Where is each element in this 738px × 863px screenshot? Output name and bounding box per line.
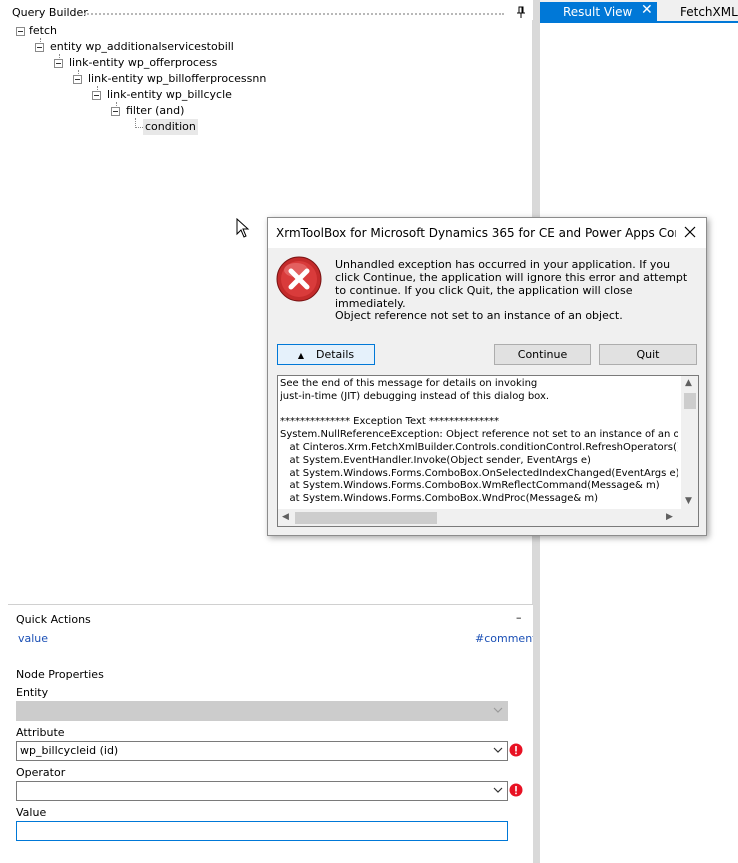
vertical-scrollbar[interactable]: ▲ ▼ [681, 376, 698, 509]
quick-actions-title: Quick Actions [16, 613, 91, 626]
entity-dropdown[interactable] [16, 701, 508, 721]
scroll-left-icon[interactable]: ◀ [282, 512, 289, 522]
value-link[interactable]: value [18, 632, 48, 645]
details-textbox[interactable]: See the end of this message for details … [277, 375, 699, 527]
value-label: Value [16, 806, 47, 819]
node-properties-title: Node Properties [16, 668, 104, 681]
tree-node-label: link-entity wp_billofferprocessnn [88, 72, 267, 85]
comment-link[interactable]: #comment [475, 632, 536, 645]
attribute-value: wp_billcycleid (id) [20, 744, 119, 757]
details-button-label: Details [316, 348, 355, 361]
panel-grip[interactable] [84, 13, 504, 15]
collapse-icon[interactable] [16, 27, 25, 36]
tab-result-view[interactable]: Result View ✕ [540, 2, 657, 21]
horizontal-scroll-thumb[interactable] [295, 512, 437, 524]
properties-area: Quick Actions – value #comment Node Prop… [8, 606, 536, 863]
scroll-corner [681, 509, 698, 526]
close-icon[interactable]: ✕ [641, 3, 653, 17]
collapse-quick-actions-button[interactable]: – [516, 611, 522, 624]
scroll-up-icon[interactable]: ▲ [685, 378, 692, 388]
continue-button[interactable]: Continue [494, 344, 591, 365]
panel-header: Query Builder [8, 4, 531, 20]
vertical-scroll-thumb[interactable] [684, 393, 696, 409]
tree-node-label: link-entity wp_offerprocess [69, 56, 218, 69]
chevron-down-icon [493, 707, 503, 713]
tab-underline [540, 21, 738, 23]
collapse-icon[interactable] [54, 59, 63, 68]
error-icon [509, 783, 523, 797]
tree-connector [135, 127, 143, 128]
tree-node-label: filter (and) [126, 104, 185, 117]
scroll-right-icon[interactable]: ▶ [666, 512, 673, 522]
error-icon [276, 256, 322, 302]
pin-icon[interactable] [514, 5, 528, 19]
tab-label: Result View [563, 5, 633, 19]
close-icon[interactable] [680, 222, 700, 242]
chevron-down-icon [493, 747, 503, 753]
error-icon [509, 743, 523, 757]
attribute-label: Attribute [16, 726, 65, 739]
mouse-cursor-icon [236, 218, 250, 238]
dialog-title: XrmToolBox for Microsoft Dynamics 365 fo… [276, 226, 676, 240]
collapse-icon[interactable] [35, 43, 44, 52]
collapse-icon[interactable] [111, 107, 120, 116]
operator-dropdown[interactable] [16, 781, 508, 801]
dialog-titlebar[interactable]: XrmToolBox for Microsoft Dynamics 365 fo… [268, 218, 706, 248]
value-input[interactable] [16, 821, 508, 841]
chevron-down-icon [493, 787, 503, 793]
tree-node-label: fetch [29, 24, 57, 37]
tree-node-label: condition [145, 120, 196, 133]
error-detail: Object reference not set to an instance … [335, 309, 623, 322]
panel-title: Query Builder [12, 6, 88, 19]
horizontal-scrollbar[interactable]: ◀ ▶ [278, 509, 681, 526]
section-divider [8, 604, 533, 605]
details-button[interactable]: ▲ Details [277, 344, 375, 365]
tab-label: FetchXML [680, 5, 738, 19]
entity-label: Entity [16, 686, 49, 699]
tab-fetchxml[interactable]: FetchXML [657, 2, 738, 21]
error-message: Unhandled exception has occurred in your… [335, 258, 688, 310]
collapse-icon[interactable] [73, 75, 82, 84]
details-text: See the end of this message for details … [280, 378, 678, 505]
tree-node-label: link-entity wp_billcycle [107, 88, 232, 101]
tree-node-label: entity wp_additionalservicestobill [50, 40, 234, 53]
collapse-icon[interactable] [92, 91, 101, 100]
operator-label: Operator [16, 766, 66, 779]
scroll-down-icon[interactable]: ▼ [685, 496, 692, 506]
exception-dialog: XrmToolBox for Microsoft Dynamics 365 fo… [267, 217, 707, 536]
attribute-dropdown[interactable]: wp_billcycleid (id) [16, 741, 508, 761]
quit-button[interactable]: Quit [599, 344, 697, 365]
tree-node-condition[interactable]: condition [143, 119, 198, 135]
collapse-arrow-icon: ▲ [297, 351, 304, 360]
